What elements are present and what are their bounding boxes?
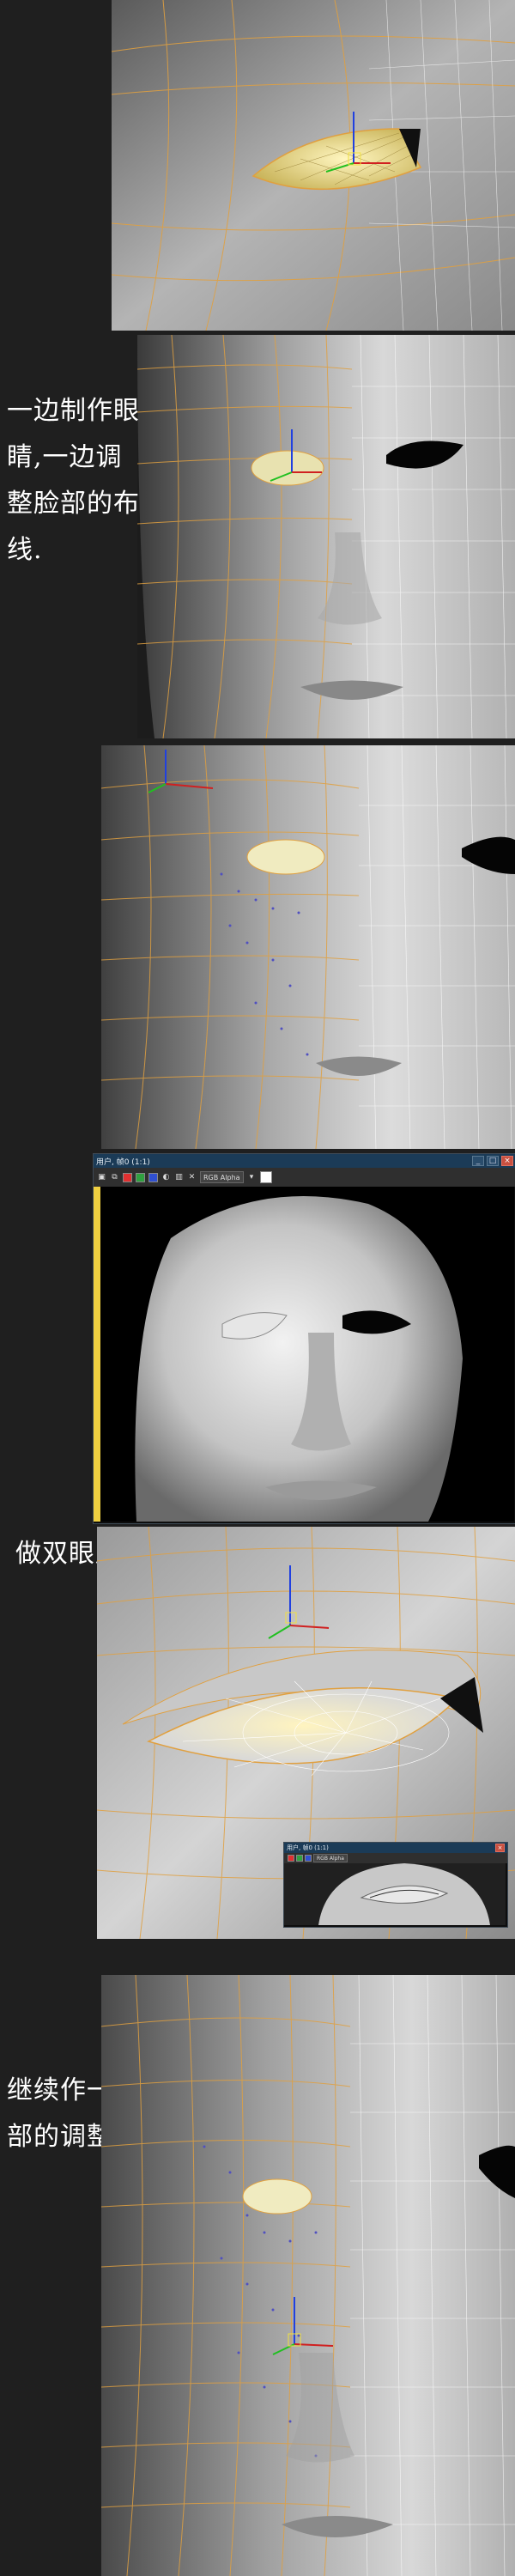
blue-channel-toggle[interactable] <box>148 1172 158 1182</box>
close-icon[interactable]: × <box>495 1844 505 1852</box>
red-channel-toggle[interactable] <box>288 1855 294 1862</box>
render-window-title: 用户, 帧0 (1:1) <box>96 1157 150 1167</box>
viewport-face-local-adjust[interactable] <box>101 1975 515 2576</box>
render-window-titlebar[interactable]: 用户, 帧0 (1:1) _ □ × <box>94 1154 515 1168</box>
background-swatch[interactable] <box>259 1171 272 1183</box>
alpha-toggle-icon[interactable]: ◐ <box>161 1173 171 1182</box>
minimize-icon[interactable]: _ <box>472 1156 484 1166</box>
mono-toggle-icon[interactable]: ▥ <box>174 1173 184 1182</box>
small-window-titlebar[interactable]: 用户, 帧0 (1:1) × <box>284 1843 507 1853</box>
render-output-image <box>94 1187 514 1522</box>
small-render-window[interactable]: 用户, 帧0 (1:1) × RGB Alpha <box>283 1842 508 1928</box>
channel-select[interactable]: RGB Alpha <box>200 1171 244 1183</box>
green-channel-toggle[interactable] <box>296 1855 303 1862</box>
green-channel-toggle[interactable] <box>136 1172 145 1182</box>
chevron-down-icon[interactable]: ▾ <box>247 1173 257 1182</box>
toolbar-save-icon[interactable]: ▣ <box>97 1173 106 1182</box>
small-window-toolbar: RGB Alpha <box>284 1853 507 1863</box>
maximize-icon[interactable]: □ <box>487 1156 499 1166</box>
viewport-face-front-1[interactable] <box>137 335 515 738</box>
viewport-eye-closeup[interactable] <box>112 0 515 331</box>
caption-adjust-topology: 一边制作眼 睛,一边调 整脸部的布 线. <box>7 396 140 565</box>
close-icon[interactable]: × <box>501 1156 513 1166</box>
eye-closeup-render <box>112 0 515 331</box>
face-front-render-2 <box>101 745 515 1149</box>
channel-select[interactable]: RGB Alpha <box>313 1854 348 1862</box>
toolbar-copy-icon[interactable]: ⧉ <box>110 1173 119 1182</box>
small-window-title: 用户, 帧0 (1:1) <box>287 1844 329 1851</box>
render-frame-window[interactable]: 用户, 帧0 (1:1) _ □ × ▣ ⧉ ◐ ▥ ✕ RGB Alpha ▾ <box>93 1153 515 1524</box>
face-local-adjust-render <box>101 1975 515 2576</box>
render-window-toolbar: ▣ ⧉ ◐ ▥ ✕ RGB Alpha ▾ <box>94 1168 515 1187</box>
face-front-render-1 <box>137 335 515 738</box>
blue-channel-toggle[interactable] <box>305 1855 312 1862</box>
viewport-face-front-2[interactable] <box>101 745 515 1149</box>
clear-icon[interactable]: ✕ <box>187 1173 197 1182</box>
red-channel-toggle[interactable] <box>123 1172 132 1182</box>
small-render-output <box>284 1863 506 1925</box>
